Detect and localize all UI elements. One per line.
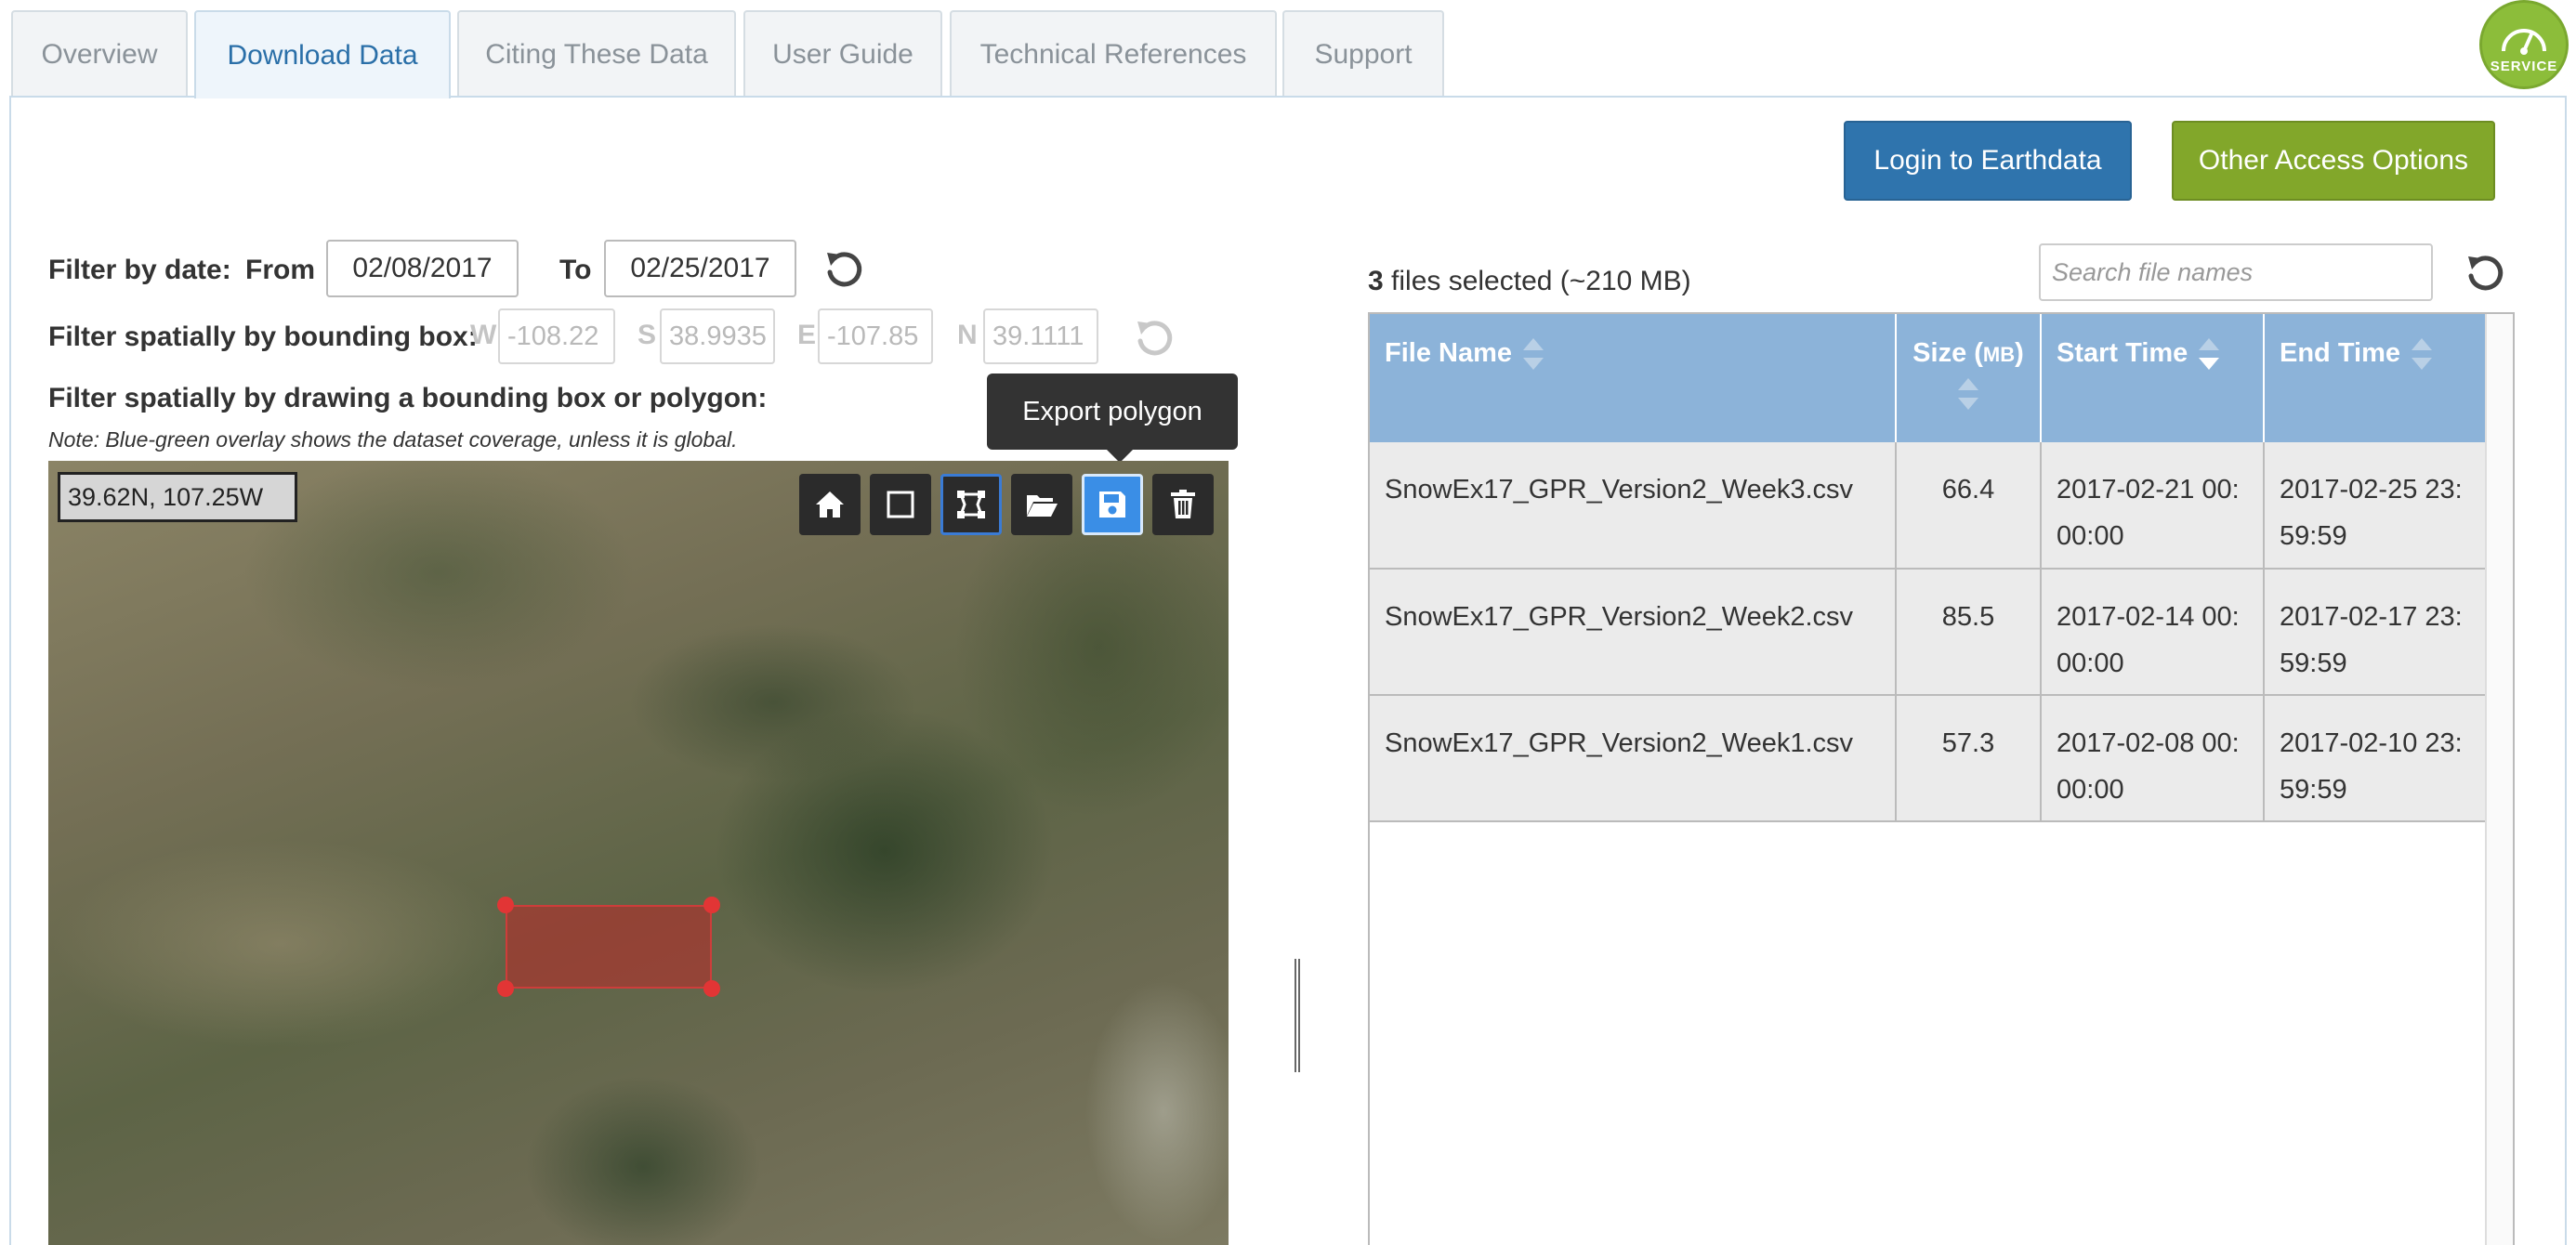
sort-icon[interactable]: [2412, 338, 2432, 371]
reset-bbox-icon[interactable]: [1132, 316, 1176, 360]
reset-search-icon[interactable]: [2463, 251, 2507, 295]
polygon-vertex[interactable]: [497, 897, 514, 913]
north-label: N: [957, 320, 978, 350]
column-start-time[interactable]: Start Time: [2041, 314, 2265, 442]
export-polygon-tooltip: Export polygon: [987, 374, 1238, 463]
other-access-options-button[interactable]: Other Access Options: [2172, 121, 2495, 201]
end-time-cell: 2017-02-25 23: 59:59: [2264, 442, 2485, 570]
home-button[interactable]: [799, 474, 861, 535]
home-icon: [816, 491, 844, 518]
start-time-cell: 2017-02-08 00: 00:00: [2041, 695, 2265, 822]
size-cell: 66.4: [1896, 442, 2042, 570]
sort-desc-icon[interactable]: [2199, 338, 2220, 371]
login-earthdata-button[interactable]: Login to Earthdata: [1844, 121, 2132, 201]
end-time-cell: 2017-02-10 23: 59:59: [2264, 695, 2485, 822]
south-input[interactable]: 38.9935: [660, 308, 775, 364]
column-end-time[interactable]: End Time: [2264, 314, 2485, 442]
sort-icon[interactable]: [1523, 338, 1544, 371]
filter-date-label: Filter by date:: [48, 255, 231, 285]
tab-overview[interactable]: Overview: [11, 10, 188, 97]
to-label: To: [559, 255, 592, 285]
east-input[interactable]: -107.85: [818, 308, 933, 364]
file-name-cell: SnowEx17_GPR_Version2_Week3.csv: [1370, 442, 1897, 570]
delete-polygon-button[interactable]: [1152, 474, 1214, 535]
to-date-input[interactable]: 02/25/2017: [604, 240, 796, 297]
column-file-name[interactable]: File Name: [1370, 314, 1897, 442]
tab-citing-these-data[interactable]: Citing These Data: [457, 10, 736, 97]
coordinate-readout: 39.62N, 107.25W: [58, 472, 297, 522]
table-scrollbar[interactable]: [2485, 314, 2513, 1245]
tab-support[interactable]: Support: [1282, 10, 1444, 97]
table-row[interactable]: SnowEx17_GPR_Version2_Week1.csv 57.3 201…: [1370, 695, 2485, 822]
export-polygon-button[interactable]: [1082, 474, 1143, 535]
files-selected-count: 3: [1368, 266, 1384, 296]
start-time-cell: 2017-02-14 00: 00:00: [2041, 569, 2265, 696]
south-label: S: [637, 320, 657, 350]
north-input[interactable]: 39.1111: [983, 308, 1098, 364]
map-view[interactable]: 39.62N, 107.25W: [48, 461, 1229, 1245]
square-icon: [887, 491, 914, 518]
west-label: W: [470, 320, 497, 350]
tab-download-data[interactable]: Download Data: [194, 10, 451, 98]
coverage-note: Note: Blue-green overlay shows the datas…: [48, 427, 738, 452]
gauge-icon: [2502, 28, 2546, 55]
west-input[interactable]: -108.22: [498, 308, 615, 364]
size-cell: 57.3: [1896, 695, 2042, 822]
folder-open-icon: [1027, 495, 1058, 517]
save-icon: [1099, 491, 1125, 518]
tab-bar: Overview Download Data Citing These Data…: [0, 0, 2576, 98]
tab-technical-references[interactable]: Technical References: [950, 10, 1277, 97]
from-label: From: [245, 255, 315, 285]
files-selected-text: files selected (~210 MB): [1383, 266, 1691, 296]
tab-user-guide[interactable]: User Guide: [743, 10, 942, 97]
end-time-cell: 2017-02-17 23: 59:59: [2264, 569, 2485, 696]
search-file-names-input[interactable]: [2039, 243, 2433, 301]
east-label: E: [797, 320, 817, 350]
column-size[interactable]: Size (MB): [1896, 314, 2042, 442]
service-badge[interactable]: SERVICE: [2479, 0, 2569, 89]
filter-draw-label: Filter spatially by drawing a bounding b…: [48, 383, 768, 413]
file-name-cell: SnowEx17_GPR_Version2_Week1.csv: [1370, 695, 1897, 822]
trash-icon: [1171, 490, 1195, 518]
sort-icon[interactable]: [1958, 378, 1978, 410]
file-table: File Name Size (MB) Start Time End Time …: [1368, 312, 2515, 1245]
file-name-cell: SnowEx17_GPR_Version2_Week2.csv: [1370, 569, 1897, 696]
reset-date-icon[interactable]: [821, 247, 866, 292]
polygon-vertex[interactable]: [497, 980, 514, 997]
filter-bbox-label: Filter spatially by bounding box:: [48, 321, 478, 352]
draw-box-button[interactable]: [870, 474, 931, 535]
polygon-vertex[interactable]: [703, 980, 720, 997]
polygon-vertex[interactable]: [703, 897, 720, 913]
service-badge-label: SERVICE: [2490, 58, 2558, 74]
import-polygon-button[interactable]: [1011, 474, 1072, 535]
start-time-cell: 2017-02-21 00: 00:00: [2041, 442, 2265, 570]
size-cell: 85.5: [1896, 569, 2042, 696]
polygon-icon: [957, 491, 985, 518]
table-row[interactable]: SnowEx17_GPR_Version2_Week3.csv 66.4 201…: [1370, 442, 2485, 570]
files-selected-summary: 3 files selected (~210 MB): [1368, 266, 1691, 297]
map-toolbar: [799, 474, 1214, 535]
table-row[interactable]: SnowEx17_GPR_Version2_Week2.csv 85.5 201…: [1370, 569, 2485, 696]
panel-resize-handle[interactable]: [1295, 959, 1300, 1072]
draw-polygon-button[interactable]: [940, 474, 1002, 535]
drawn-polygon[interactable]: [506, 905, 712, 989]
from-date-input[interactable]: 02/08/2017: [326, 240, 519, 297]
